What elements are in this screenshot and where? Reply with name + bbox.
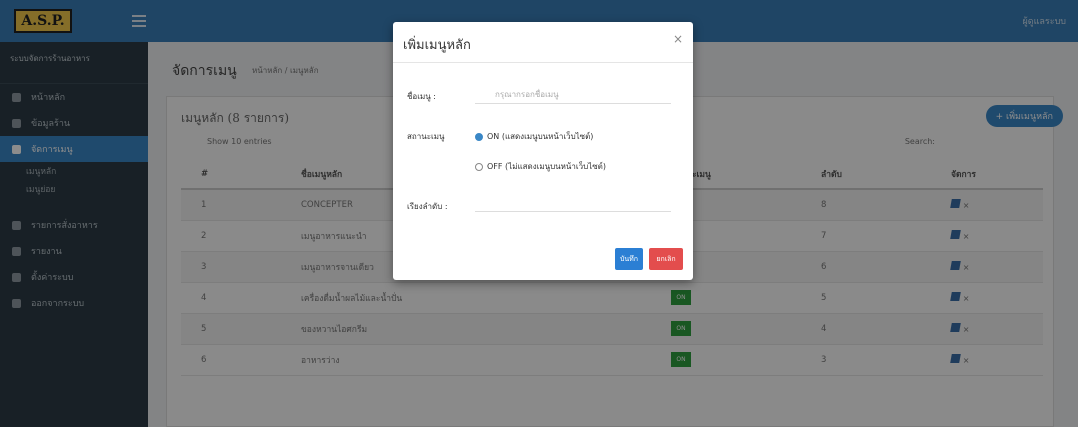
save-button[interactable]: บันทึก bbox=[615, 248, 643, 270]
close-icon[interactable]: × bbox=[673, 32, 683, 46]
order-label: เรียงลำดับ : bbox=[407, 202, 448, 211]
divider bbox=[393, 62, 693, 63]
radio-label: ON (แสดงเมนูบนหน้าเว็บไซต์) bbox=[487, 132, 594, 141]
menu-name-input[interactable]: กรุณากรอกชื่อเมนู bbox=[475, 84, 671, 104]
radio-label: OFF (ไม่แสดงเมนูบนหน้าเว็บไซต์) bbox=[487, 162, 606, 171]
menu-name-label: ชื่อเมนู : bbox=[407, 92, 436, 101]
status-on-radio[interactable]: ON (แสดงเมนูบนหน้าเว็บไซต์) bbox=[475, 130, 593, 143]
add-menu-modal: เพิ่มเมนูหลัก × ชื่อเมนู : กรุณากรอกชื่อ… bbox=[393, 22, 693, 280]
radio-unchecked-icon bbox=[475, 162, 483, 171]
cancel-button[interactable]: ยกเลิก bbox=[649, 248, 683, 270]
status-off-radio[interactable]: OFF (ไม่แสดงเมนูบนหน้าเว็บไซต์) bbox=[475, 160, 606, 173]
radio-checked-icon bbox=[475, 132, 483, 141]
modal-title: เพิ่มเมนูหลัก bbox=[403, 38, 471, 53]
order-input[interactable] bbox=[475, 194, 671, 212]
menu-status-label: สถานะเมนู bbox=[407, 132, 445, 141]
